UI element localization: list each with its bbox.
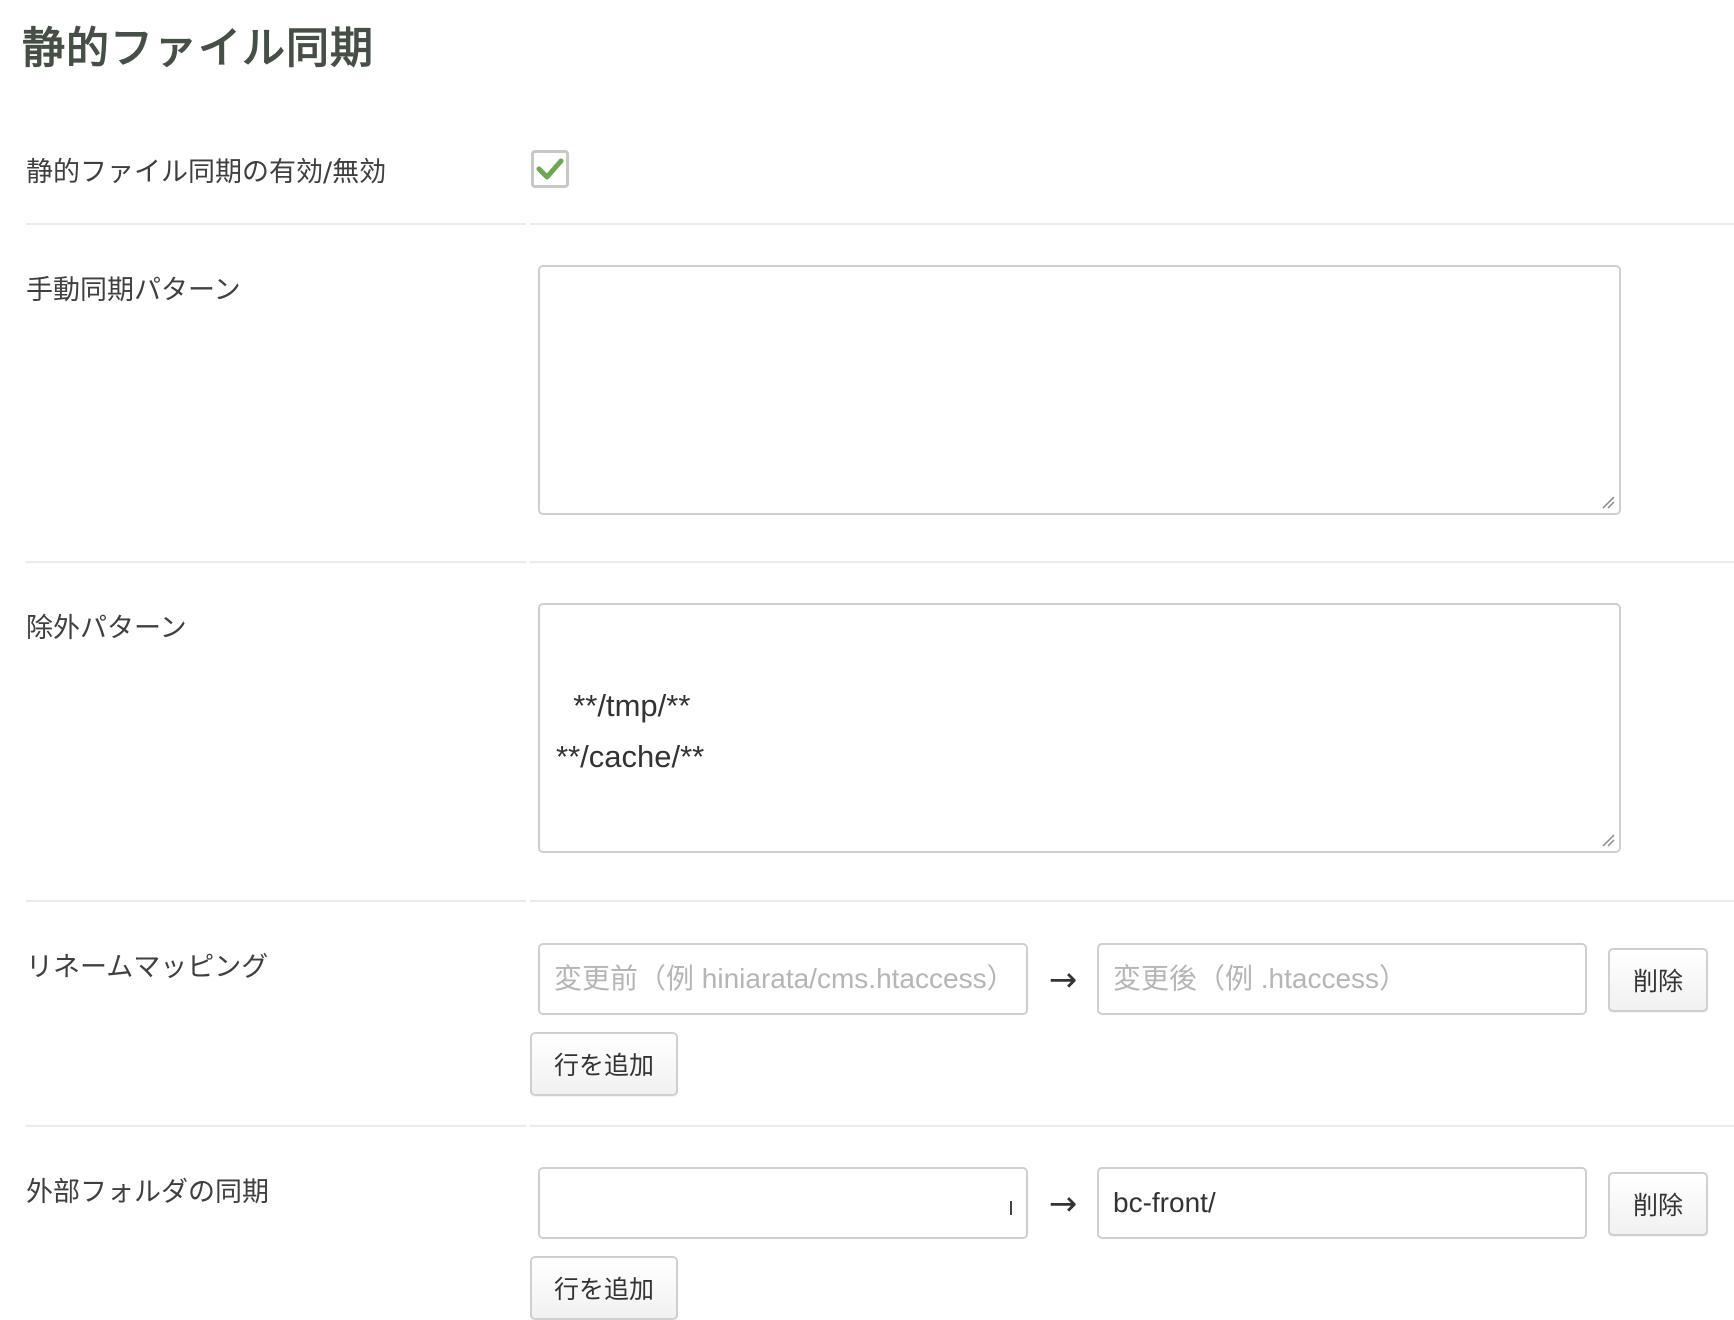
enable-sync-checkbox[interactable]: [531, 150, 569, 188]
enable-sync-label: 静的ファイル同期の有効/無効: [26, 157, 387, 188]
external-add-row-button[interactable]: 行を追加: [530, 1256, 678, 1320]
row-divider: [530, 1125, 1734, 1127]
external-dest-input[interactable]: [1097, 1167, 1587, 1239]
check-icon: [536, 158, 564, 180]
external-sync-label: 外部フォルダの同期: [26, 1177, 269, 1208]
rename-before-input[interactable]: [538, 943, 1028, 1015]
row-divider: [26, 223, 526, 225]
resize-handle-icon[interactable]: [1601, 495, 1615, 509]
rename-mapping-label: リネームマッピング: [26, 952, 269, 983]
rename-delete-button[interactable]: 削除: [1608, 948, 1708, 1012]
exclude-pattern-value: **/tmp/** **/cache/**: [556, 688, 705, 774]
row-divider: [26, 900, 526, 902]
text-caret: [1010, 1201, 1012, 1215]
rename-add-row-button[interactable]: 行を追加: [530, 1032, 678, 1096]
row-divider: [530, 900, 1734, 902]
exclude-pattern-textarea[interactable]: **/tmp/** **/cache/**: [538, 603, 1621, 853]
page-title: 静的ファイル同期: [22, 24, 374, 74]
row-divider: [530, 561, 1734, 563]
external-source-input[interactable]: [538, 1167, 1028, 1239]
exclude-pattern-label: 除外パターン: [26, 613, 187, 644]
rename-after-input[interactable]: [1097, 943, 1587, 1015]
row-divider: [26, 561, 526, 563]
resize-handle-icon[interactable]: [1601, 833, 1615, 847]
manual-sync-label: 手動同期パターン: [26, 275, 241, 306]
rename-arrow: →: [1048, 960, 1078, 1000]
row-divider: [530, 223, 1734, 225]
row-divider: [26, 1125, 526, 1127]
manual-sync-textarea[interactable]: [538, 265, 1621, 515]
external-delete-button[interactable]: 削除: [1608, 1172, 1708, 1236]
external-arrow: →: [1048, 1184, 1078, 1224]
